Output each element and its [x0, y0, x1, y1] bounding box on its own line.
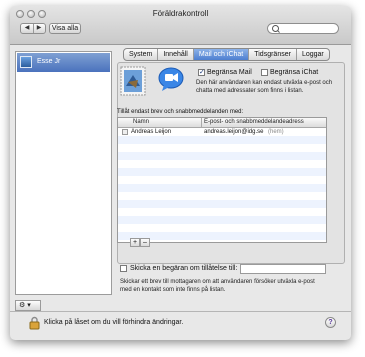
search-icon — [272, 25, 279, 32]
sidebar-item-label: Esse Jr — [37, 58, 61, 65]
table-row[interactable]: Andreas Leijon andreas.leijon@idg.se (he… — [118, 128, 326, 136]
remove-contact-button[interactable]: – — [140, 238, 150, 247]
add-remove-buttons: + – — [130, 238, 150, 247]
limit-ichat-label: Begränsa iChat — [270, 69, 319, 76]
table-row — [118, 136, 326, 144]
tab-bar: System Innehåll Mail och iChat Tidsgräns… — [123, 48, 330, 61]
permission-description: Skickar ett brev till mottagaren om att … — [120, 279, 315, 293]
table-row — [118, 200, 326, 208]
permission-checkbox[interactable] — [120, 265, 127, 272]
contact-address: andreas.leijon@idg.se — [204, 129, 264, 135]
show-all-button[interactable]: Visa alla — [49, 23, 81, 34]
add-contact-button[interactable]: + — [130, 238, 140, 247]
table-row — [118, 168, 326, 176]
permission-label: Skicka en begäran om tillåtelse till: — [130, 265, 238, 272]
search-field[interactable] — [267, 23, 339, 34]
user-list[interactable]: Esse Jr — [15, 51, 112, 295]
gear-menu-button[interactable]: ⚙ ▾ — [15, 300, 41, 311]
tab-content[interactable]: Innehåll — [158, 49, 194, 60]
mail-stamp-icon — [120, 66, 146, 96]
limit-mail-label: Begränsa Mail — [207, 69, 252, 76]
user-avatar — [20, 56, 32, 68]
limit-mail-checkbox[interactable]: ✓ — [198, 69, 205, 76]
table-row — [118, 184, 326, 192]
lock-icon[interactable] — [29, 316, 40, 330]
help-button[interactable]: ? — [325, 317, 336, 328]
limit-ichat-checkbox[interactable] — [261, 69, 268, 76]
allowed-contacts-table[interactable]: Namn E-post- och snabbmeddelandeadress A… — [117, 117, 327, 243]
tab-mail-ichat[interactable]: Mail och iChat — [193, 49, 250, 60]
sidebar-item-user[interactable]: Esse Jr — [17, 53, 110, 72]
back-forward-buttons: ◀ ▶ — [20, 23, 46, 34]
title-bar: Föräldrakontroll ◀ ▶ Visa alla — [10, 6, 351, 45]
permission-email-field[interactable] — [240, 264, 326, 274]
column-address-header[interactable]: E-post- och snabbmeddelandeadress — [201, 118, 304, 127]
allowed-contacts-label: Tillåt endast brev och snabbmeddelanden … — [117, 109, 244, 115]
contact-name: Andreas Leijon — [131, 129, 172, 135]
limit-description: Den här användaren kan endast utväxla e-… — [196, 80, 333, 94]
window-title: Föräldrakontroll — [152, 9, 209, 18]
table-row — [118, 152, 326, 160]
contact-address-note: (hem) — [268, 129, 284, 135]
ichat-icon — [158, 67, 184, 91]
forward-button[interactable]: ▶ — [33, 24, 45, 33]
lock-label: Klicka på låset om du vill förhindra änd… — [44, 319, 184, 326]
contact-card-icon — [122, 129, 128, 135]
tab-system[interactable]: System — [124, 49, 159, 60]
table-header: Namn E-post- och snabbmeddelandeadress — [118, 118, 326, 128]
column-name-header[interactable]: Namn — [133, 118, 149, 127]
table-row — [118, 216, 326, 224]
tab-logs[interactable]: Loggar — [297, 49, 329, 60]
footer-divider — [10, 311, 351, 312]
tab-time-limits[interactable]: Tidsgränser — [249, 49, 297, 60]
